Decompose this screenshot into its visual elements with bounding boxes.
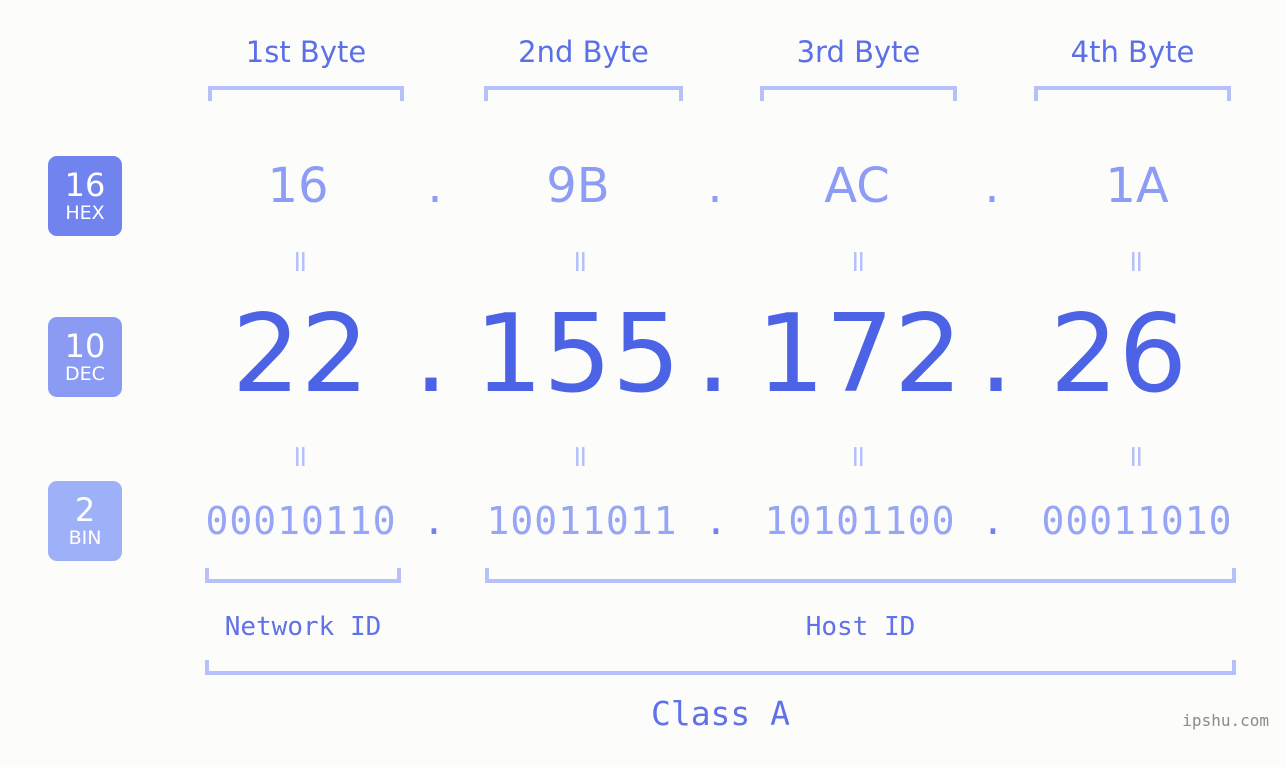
base-badge-dec: 10 DEC	[48, 317, 122, 397]
bin-octet-2: 10011011	[486, 499, 678, 543]
byte-header-1: 1st Byte	[245, 35, 367, 69]
hex-separator-3: .	[984, 158, 1000, 214]
class-label: Class A	[650, 694, 791, 733]
base-badge-dec-label: DEC	[65, 362, 105, 385]
bin-octet-1: 00010110	[205, 499, 397, 543]
equals-mark-hex-dec-2: =	[563, 249, 598, 275]
byte-bracket-4	[1034, 86, 1231, 101]
base-badge-bin: 2 BIN	[48, 481, 122, 561]
bin-octet-3: 10101100	[764, 499, 956, 543]
base-badge-hex: 16 HEX	[48, 156, 122, 236]
network-id-bracket	[205, 568, 401, 583]
dec-octet-4: 26	[1049, 292, 1188, 417]
base-badge-hex-label: HEX	[65, 201, 105, 224]
equals-mark-dec-bin-1: =	[283, 444, 318, 470]
equals-mark-hex-dec-1: =	[283, 249, 318, 275]
bin-separator-1: .	[422, 499, 446, 543]
dec-octet-2: 155	[474, 292, 681, 417]
bin-separator-3: .	[981, 499, 1005, 543]
host-id-bracket	[485, 568, 1236, 583]
dec-separator-2: .	[695, 292, 731, 417]
hex-octet-2: 9B	[546, 158, 610, 214]
dec-separator-1: .	[413, 292, 449, 417]
byte-header-3: 3rd Byte	[796, 35, 921, 69]
base-badge-bin-number: 2	[74, 490, 96, 529]
hex-octet-3: AC	[824, 158, 890, 214]
byte-bracket-1	[208, 86, 404, 101]
byte-bracket-2	[484, 86, 683, 101]
bin-octet-4: 00011010	[1041, 499, 1233, 543]
base-badge-dec-number: 10	[64, 326, 106, 365]
hex-octet-4: 1A	[1105, 158, 1169, 214]
base-badge-hex-number: 16	[64, 165, 106, 204]
watermark: ipshu.com	[1182, 711, 1269, 730]
byte-header-2: 2nd Byte	[518, 35, 649, 69]
hex-separator-1: .	[427, 158, 443, 214]
network-id-label: Network ID	[224, 612, 382, 642]
equals-mark-hex-dec-3: =	[841, 249, 876, 275]
base-badge-bin-label: BIN	[68, 526, 102, 549]
equals-mark-hex-dec-4: =	[1119, 249, 1154, 275]
dec-octet-3: 172	[756, 292, 963, 417]
equals-mark-dec-bin-4: =	[1119, 444, 1154, 470]
ip-address-breakdown-diagram: 1st Byte 2nd Byte 3rd Byte 4th Byte 16 H…	[0, 0, 1285, 767]
equals-mark-dec-bin-2: =	[563, 444, 598, 470]
hex-separator-2: .	[707, 158, 723, 214]
byte-bracket-3	[760, 86, 957, 101]
hex-octet-1: 16	[267, 158, 329, 214]
bin-separator-2: .	[704, 499, 728, 543]
class-bracket	[205, 660, 1236, 675]
dec-separator-3: .	[978, 292, 1014, 417]
dec-octet-1: 22	[231, 292, 370, 417]
equals-mark-dec-bin-3: =	[841, 444, 876, 470]
host-id-label: Host ID	[805, 612, 916, 642]
byte-header-4: 4th Byte	[1070, 35, 1195, 69]
